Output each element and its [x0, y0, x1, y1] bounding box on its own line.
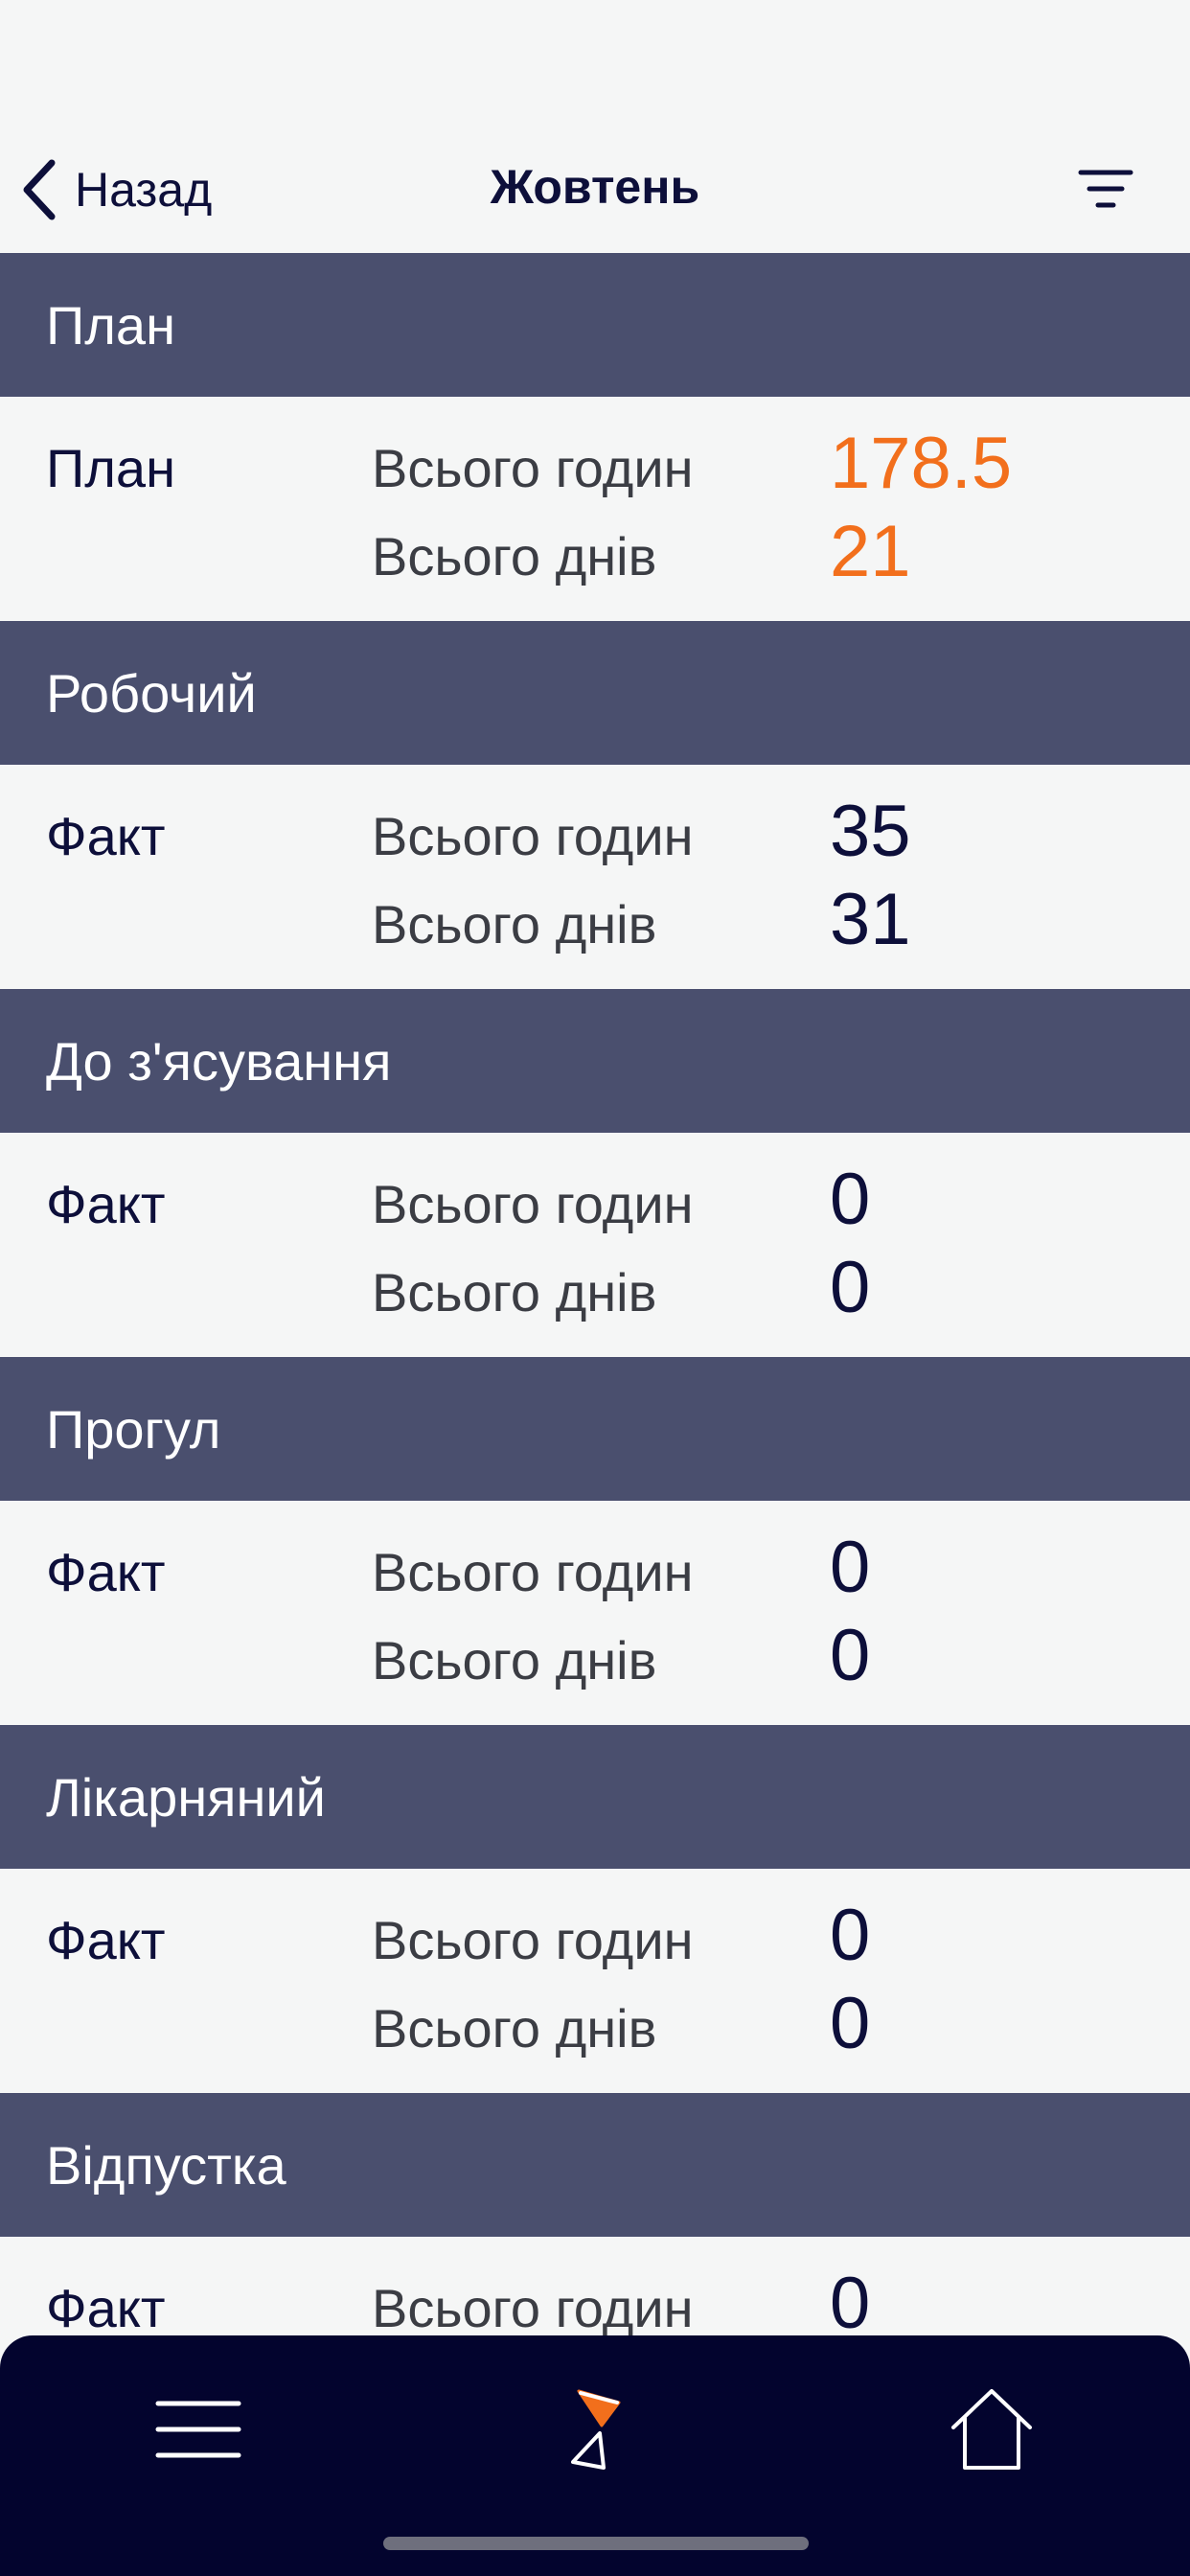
menu-tab[interactable] — [131, 2374, 265, 2489]
row-type: Факт — [46, 806, 166, 866]
days-label: Всього днів — [372, 526, 657, 586]
row-type: Факт — [46, 1174, 166, 1234]
days-value: 31 — [830, 879, 911, 960]
hours-label: Всього годин — [372, 1542, 694, 1602]
stats-list: План План Всього годин 178.5 Всього днів… — [0, 253, 1190, 2461]
home-icon — [946, 2383, 1038, 2480]
hours-value: 0 — [830, 1895, 871, 1976]
days-value: 0 — [830, 1983, 871, 2064]
days-label: Всього днів — [372, 1262, 657, 1322]
menu-icon — [152, 2396, 244, 2468]
hours-label: Всього годин — [372, 1174, 694, 1234]
row-type: Факт — [46, 1910, 166, 1970]
section-header: Лікарняний — [0, 1725, 1190, 1869]
hours-label: Всього годин — [372, 438, 694, 498]
section-header: Робочий — [0, 621, 1190, 765]
hours-value: 0 — [830, 2263, 871, 2344]
days-label: Всього днів — [372, 1998, 657, 2058]
hours-value: 0 — [830, 1159, 871, 1240]
days-label: Всього днів — [372, 1630, 657, 1690]
section-row: Факт Всього годин 35 Всього днів 31 — [0, 765, 1190, 989]
section-header: Відпустка — [0, 2093, 1190, 2237]
section-row: План Всього годин 178.5 Всього днів 21 — [0, 397, 1190, 621]
section-header: До з'ясування — [0, 989, 1190, 1133]
row-type: План — [46, 438, 175, 498]
hours-value: 35 — [830, 791, 911, 872]
section-row: Факт Всього годин 0 Всього днів 0 — [0, 1501, 1190, 1725]
hours-value: 178.5 — [830, 423, 1013, 504]
bottom-tab-bar — [0, 2335, 1190, 2576]
page-title: Жовтень — [490, 160, 700, 214]
home-indicator[interactable] — [383, 2537, 809, 2550]
days-label: Всього днів — [372, 894, 657, 954]
section-row: Факт Всього годин 0 Всього днів 0 — [0, 1869, 1190, 2093]
hourglass-icon — [561, 2383, 629, 2480]
filter-button[interactable] — [1071, 163, 1140, 220]
section-row: Факт Всього годин 0 Всього днів 0 — [0, 1133, 1190, 1357]
days-value: 0 — [830, 1615, 871, 1696]
section-header: Прогул — [0, 1357, 1190, 1501]
screen: Назад Жовтень План План Всього годин 178… — [0, 0, 1190, 2576]
row-type: Факт — [46, 1542, 166, 1602]
section-header: План — [0, 253, 1190, 397]
hours-label: Всього годин — [372, 806, 694, 866]
timesheet-tab[interactable] — [528, 2374, 662, 2489]
days-value: 21 — [830, 511, 911, 592]
row-type: Факт — [46, 2278, 166, 2338]
hours-value: 0 — [830, 1527, 871, 1608]
home-tab[interactable] — [925, 2374, 1059, 2489]
filter-icon — [1071, 170, 1140, 224]
days-value: 0 — [830, 1247, 871, 1328]
navigation-bar: Назад Жовтень — [0, 0, 1190, 253]
hours-label: Всього годин — [372, 1910, 694, 1970]
hours-label: Всього годин — [372, 2278, 694, 2338]
